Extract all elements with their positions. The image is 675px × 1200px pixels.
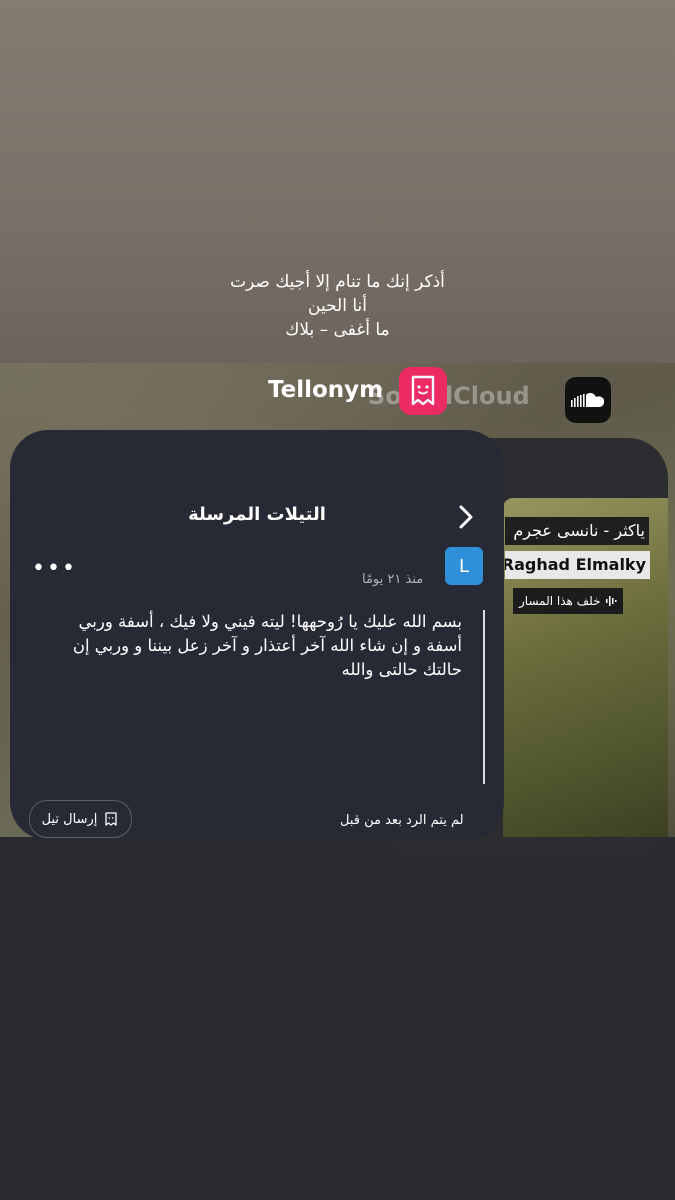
caption-line-2: أنا الحين (308, 296, 367, 316)
page-title: التيلات المرسلة (188, 504, 326, 525)
soundcloud-track-title: ياكثر - نانسى عجرم (505, 517, 649, 545)
send-tell-label: إرسال تيل (41, 811, 98, 827)
tell-timestamp: منذ ٢١ يومًا (362, 572, 424, 587)
tellonym-app-name: Tellonym (268, 377, 384, 403)
more-options-icon[interactable]: ••• (32, 558, 77, 580)
soundcloud-track-artwork (503, 498, 668, 837)
caption-line-3: ما أغفى – بلاك (285, 320, 390, 340)
tellonym-logo-icon[interactable] (399, 367, 447, 415)
no-reply-status: لم يتم الرد بعد من قبل (340, 813, 464, 828)
chevron-right-icon[interactable] (455, 502, 479, 532)
tellonym-app-card[interactable]: التيلات المرسلة ••• منذ ٢١ يومًا L بسم ا… (10, 430, 504, 840)
waveform-icon (605, 596, 616, 606)
avatar[interactable]: L (445, 547, 483, 585)
message-divider (483, 610, 485, 784)
caption-line-1: أذكر إنك ما تنام إلا أجيك صرت (230, 272, 445, 292)
behind-track-label: خلف هذا المسار (519, 594, 601, 608)
tell-message: بسم الله عليك يا رُوحهها! ليته فيني ولا … (72, 612, 462, 679)
soundcloud-app-name: SoundCloud (368, 382, 530, 410)
soundcloud-artist-name: Raghad Elmalky (505, 551, 650, 579)
tellonym-small-icon (105, 812, 118, 826)
story-caption: أذكر إنك ما تنام إلا أجيك صرت أنا الحين … (0, 270, 675, 342)
send-tell-button[interactable]: إرسال تيل (29, 800, 132, 838)
soundcloud-behind-track[interactable]: خلف هذا المسار (513, 588, 623, 614)
soundcloud-logo-icon[interactable] (565, 377, 611, 423)
